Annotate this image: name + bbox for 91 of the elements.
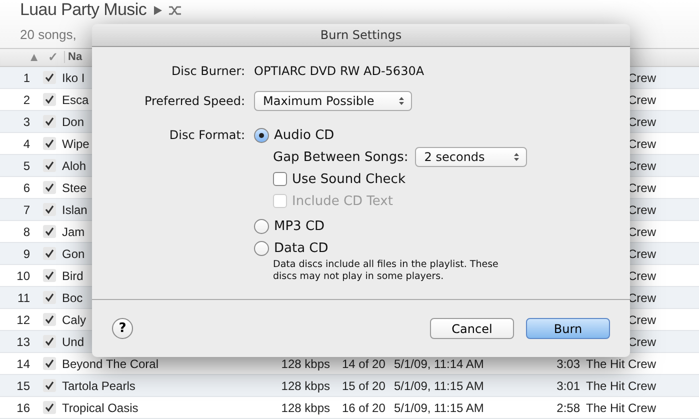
song-checkbox[interactable] [43, 93, 56, 106]
song-name: Caly [62, 312, 86, 326]
bit-rate: 128 kbps [281, 378, 330, 392]
track-number: 16 [16, 400, 30, 414]
artist-name: The Hit Crew [586, 378, 656, 392]
song-checkbox[interactable] [43, 203, 56, 216]
song-name: Bird [62, 268, 84, 282]
song-checkbox[interactable] [43, 357, 56, 370]
default-button[interactable]: Burn [526, 318, 610, 339]
song-name: Und [62, 334, 84, 348]
song-name: Iko I [62, 70, 85, 84]
dialog-title: Burn Settings [92, 24, 630, 47]
stepper-icon [398, 96, 405, 106]
date-added: 5/1/09, 11:15 AM [394, 400, 484, 414]
playlist-summary: 20 songs, [20, 27, 76, 42]
song-checkbox[interactable] [43, 291, 56, 304]
bit-rate: 128 kbps [281, 356, 330, 370]
song-time: 3:03 [556, 356, 580, 370]
option-label: Data CD [274, 240, 328, 256]
track-number: 4 [22, 136, 30, 150]
song-checkbox[interactable] [43, 401, 56, 414]
field-label: Preferred Speed: [143, 93, 245, 110]
song-checkbox[interactable] [43, 379, 56, 392]
track-count: 14 of 20 [342, 356, 386, 370]
song-checkbox[interactable] [43, 225, 56, 238]
song-checkbox[interactable] [43, 247, 56, 260]
track-number: 5 [22, 158, 30, 172]
bit-rate: 128 kbps [281, 400, 330, 414]
shuffle-icon[interactable] [168, 4, 183, 16]
track-number: 11 [16, 290, 30, 304]
song-name: Stee [62, 180, 87, 194]
song-checkbox[interactable] [43, 115, 56, 128]
stepper-icon [513, 152, 520, 162]
song-name: Boc [62, 290, 83, 304]
song-name: Islan [62, 202, 88, 216]
playlist-title: Luau Party Music [20, 1, 147, 19]
track-number: 1 [22, 70, 30, 84]
song-name: Gon [62, 246, 85, 260]
song-name: Jam [62, 224, 85, 238]
artist-name: The Hit Crew [586, 400, 656, 414]
track-number: 6 [22, 180, 30, 194]
play-icon[interactable] [152, 4, 163, 16]
song-name: Beyond The Coral [62, 356, 159, 370]
song-checkbox[interactable] [43, 313, 56, 326]
song-checkbox[interactable] [43, 269, 56, 282]
song-checkbox[interactable] [43, 159, 56, 172]
radio-button[interactable] [254, 128, 269, 142]
song-name: Aloh [62, 158, 86, 172]
song-name: Tropical Oasis [62, 400, 138, 414]
song-name: Wipe [62, 136, 90, 150]
help-button[interactable]: ? [112, 318, 133, 339]
song-time: 2:58 [556, 400, 580, 414]
artist-name: The Hit Crew [586, 356, 656, 370]
track-number: 14 [16, 356, 30, 370]
song-name: Don [62, 114, 84, 128]
radio-button[interactable] [254, 240, 269, 256]
field-label: Gap Between Songs: [273, 150, 408, 164]
song-time: 3:01 [556, 378, 580, 392]
dialog-button[interactable]: Cancel [430, 318, 514, 339]
song-checkbox[interactable] [43, 71, 56, 84]
track-number: 2 [22, 92, 30, 106]
track-count: 15 of 20 [342, 378, 386, 392]
song-checkbox[interactable] [43, 335, 56, 348]
track-number: 8 [22, 224, 30, 238]
checkbox[interactable] [273, 172, 287, 186]
field-label: Disc Format: [168, 127, 245, 144]
date-added: 5/1/09, 11:14 AM [394, 356, 484, 370]
track-number: 13 [16, 334, 30, 348]
checkbox-label: Use Sound Check [292, 172, 406, 186]
song-name: Esca [62, 92, 89, 106]
track-number: 15 [16, 378, 30, 392]
column-header[interactable]: Na [64, 51, 82, 64]
track-number: 9 [22, 246, 30, 260]
song-checkbox[interactable] [43, 137, 56, 150]
date-added: 5/1/09, 11:15 AM [394, 378, 484, 392]
track-number: 3 [22, 114, 30, 128]
track-number: 7 [22, 202, 30, 216]
gap-select[interactable]: 2 seconds [415, 147, 528, 167]
song-name: Tartola Pearls [62, 378, 136, 392]
option-note: Data discs include all files in the playlist. These discs may not play in some players. [272, 259, 500, 283]
track-number: 10 [16, 268, 30, 282]
radio-button[interactable] [254, 218, 269, 234]
checkbox-label: Include CD Text [292, 194, 393, 208]
track-count: 16 of 20 [342, 400, 386, 414]
track-number: 12 [16, 312, 30, 326]
speed-select[interactable]: Maximum Possible [254, 91, 412, 111]
burner-name: OPTIARC DVD RW AD-5630A [254, 63, 426, 80]
song-checkbox[interactable] [43, 181, 56, 194]
option-label: MP3 CD [274, 218, 325, 234]
option-label: Audio CD [274, 128, 334, 142]
field-label: Disc Burner: [170, 63, 245, 80]
